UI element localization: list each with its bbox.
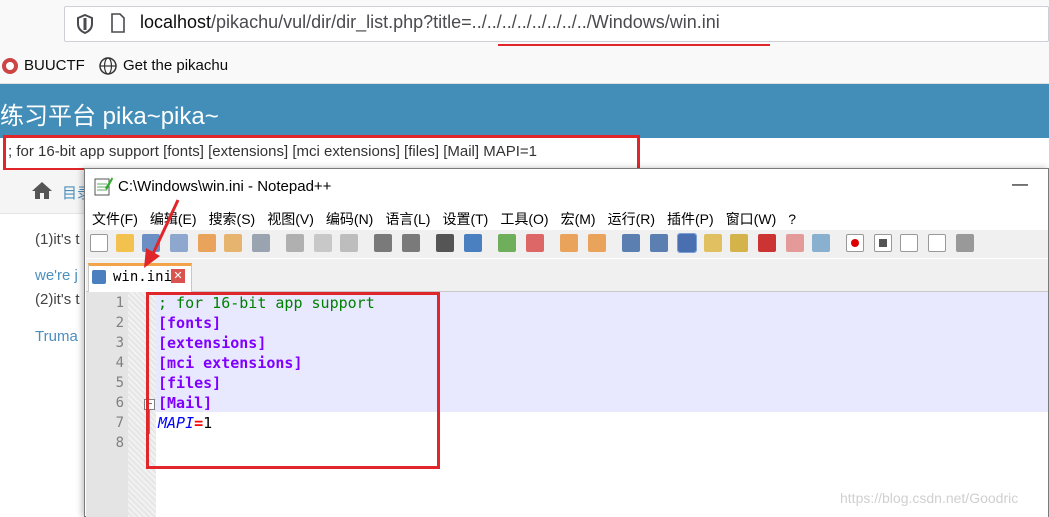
menu-tools[interactable]: 工具(O) [500,211,548,227]
page-text-line: (2)it's t [35,291,80,308]
replace-icon[interactable] [464,234,482,252]
menu-macro[interactable]: 宏(M) [561,211,596,227]
run-macro-multiple-icon[interactable] [928,234,946,252]
annotation-arrow [144,199,180,268]
monitoring-icon[interactable] [812,234,830,252]
find-icon[interactable] [436,234,454,252]
watermark: https://blog.csdn.net/Goodric [840,490,1019,506]
line-number: 4 [115,355,124,371]
annotation-box-editor [146,292,440,469]
stop-macro-icon[interactable] [874,234,892,252]
sync-vertical-icon[interactable] [560,234,578,252]
indent-guide-icon[interactable] [677,233,697,253]
url-text[interactable]: localhost/pikachu/vul/dir/dir_list.php?t… [140,12,720,33]
url-path: /pikachu/vul/dir/dir_list.php?title=../.… [211,12,720,32]
zoom-out-icon[interactable] [526,234,544,252]
window-title: C:\Windows\win.ini - Notepad++ [118,178,332,195]
shield-icon[interactable] [76,14,94,34]
saved-file-icon [92,270,106,284]
udl-icon[interactable] [704,234,722,252]
notepad-app-icon [94,177,113,196]
undo-icon[interactable] [374,234,392,252]
annotation-box-output [3,135,640,171]
line-number: 1 [115,295,124,311]
bookmark-get-pikachu[interactable]: Get the pikachu [123,57,228,74]
print-icon[interactable] [252,234,270,252]
tab-bar [86,259,1048,292]
menu-bar: 文件(F) 编辑(E) 搜索(S) 视图(V) 编码(N) 语言(L) 设置(T) 工具(O)… [92,209,808,229]
sync-horizontal-icon[interactable] [588,234,606,252]
line-number: 3 [115,335,124,351]
copy-icon[interactable] [314,234,332,252]
banner-title: 练习平台 pika~pika~ [0,103,219,130]
play-macro-icon[interactable] [900,234,918,252]
record-macro-icon[interactable] [846,234,864,252]
folder-workspace-icon[interactable] [786,234,804,252]
page-link[interactable]: Truma [35,328,78,345]
home-icon[interactable] [31,180,53,200]
menu-search[interactable]: 搜索(S) [209,211,256,227]
menu-file[interactable]: 文件(F) [92,211,138,227]
menu-run[interactable]: 运行(R) [608,211,655,227]
line-number: 6 [115,395,124,411]
annotation-underline [498,44,770,46]
line-number: 8 [115,435,124,451]
menu-window[interactable]: 窗口(W) [726,211,777,227]
menu-view[interactable]: 视图(V) [267,211,314,227]
page-icon[interactable] [110,13,126,33]
save-macro-icon[interactable] [956,234,974,252]
line-number: 7 [115,415,124,431]
doc-map-icon[interactable] [730,234,748,252]
url-host: localhost [140,12,212,32]
line-number: 2 [115,315,124,331]
buuctf-favicon-icon [2,58,18,74]
zoom-in-icon[interactable] [498,234,516,252]
minimize-button[interactable]: — [1012,176,1028,194]
close-all-icon[interactable] [224,234,242,252]
function-list-icon[interactable] [758,234,776,252]
open-folder-icon[interactable] [116,234,134,252]
globe-icon [99,57,117,75]
paste-icon[interactable] [340,234,358,252]
show-all-chars-icon[interactable] [650,234,668,252]
bookmark-buuctf[interactable]: BUUCTF [24,57,85,74]
menu-plugins[interactable]: 插件(P) [667,211,714,227]
redo-icon[interactable] [402,234,420,252]
word-wrap-icon[interactable] [622,234,640,252]
menu-encoding[interactable]: 编码(N) [326,211,373,227]
close-file-icon[interactable] [198,234,216,252]
new-file-icon[interactable] [90,234,108,252]
page-text-line: (1)it's t [35,231,80,248]
cut-icon[interactable] [286,234,304,252]
page-link[interactable]: we're j [35,267,78,284]
menu-settings[interactable]: 设置(T) [442,211,488,227]
menu-language[interactable]: 语言(L) [385,211,430,227]
menu-help[interactable]: ? [788,211,796,227]
line-number: 5 [115,375,124,391]
